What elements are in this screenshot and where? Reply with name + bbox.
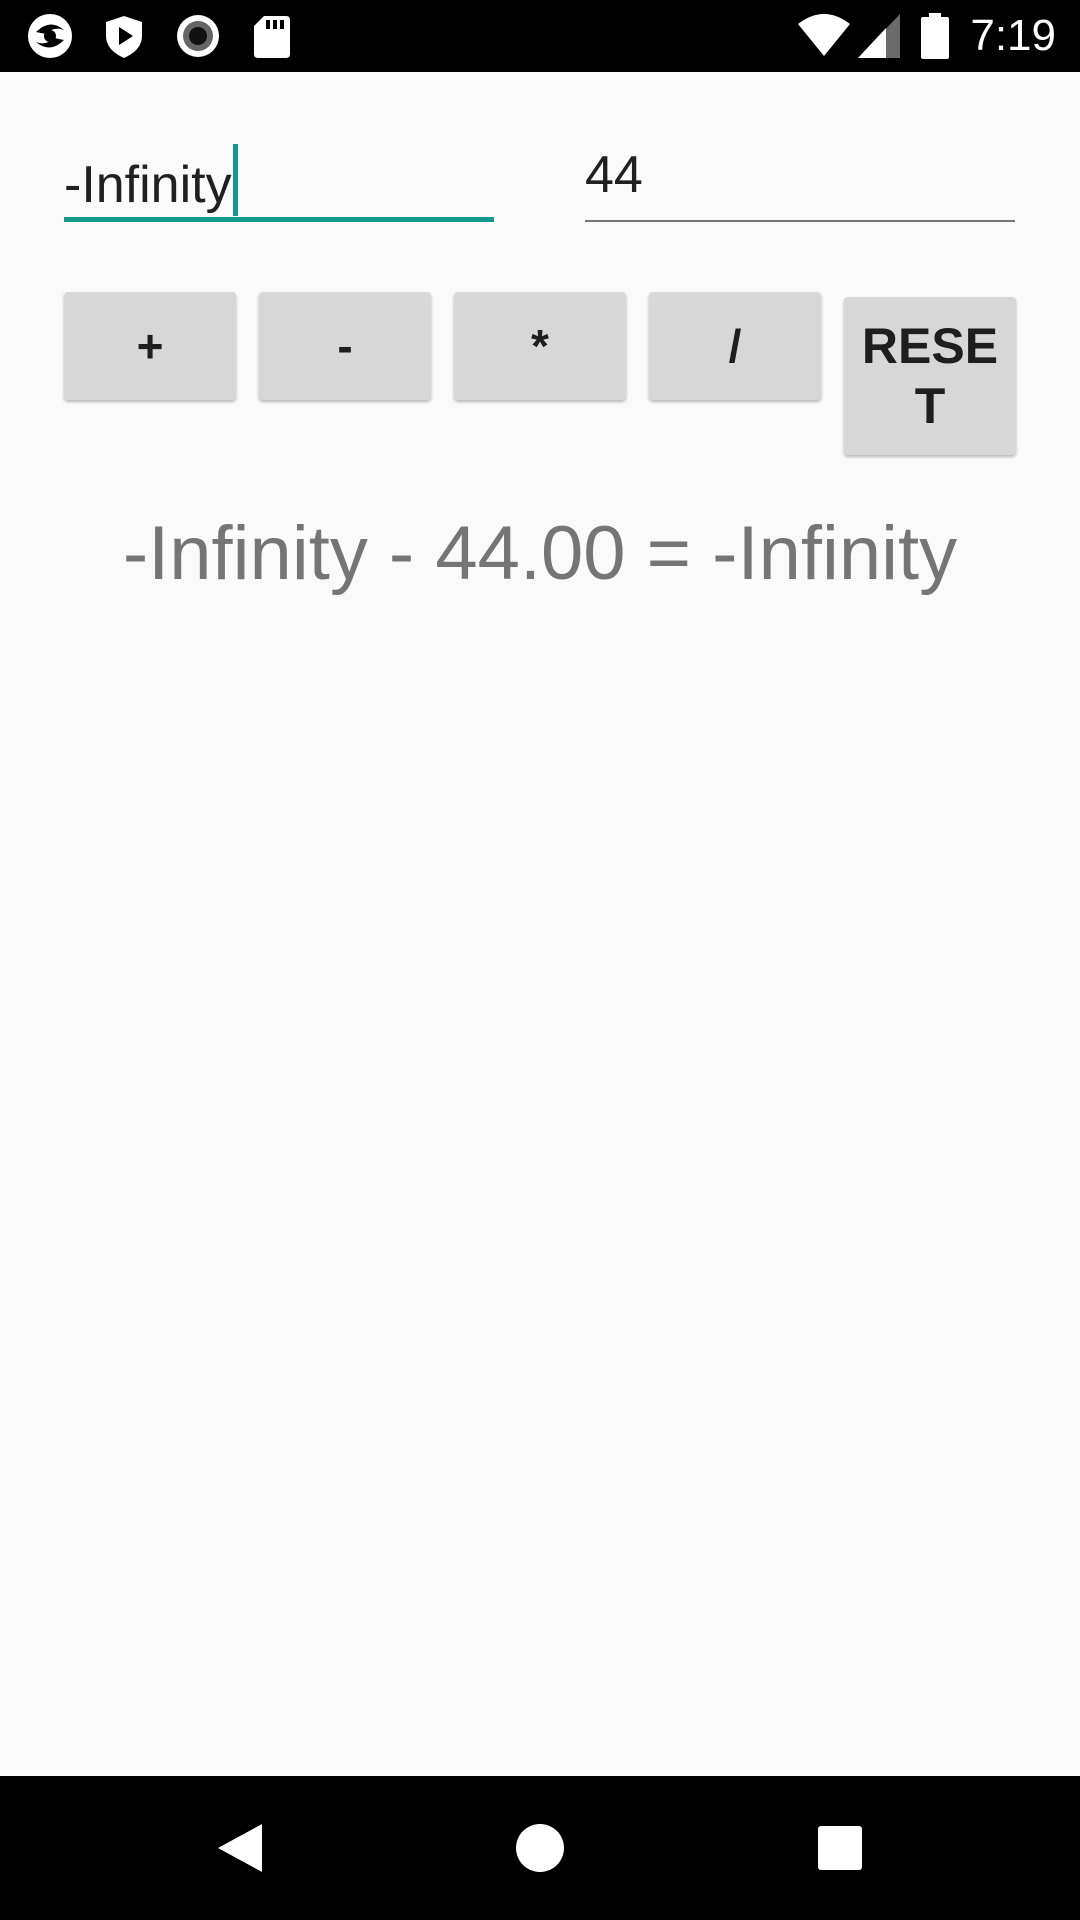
first-number-field[interactable]: -Infinity — [64, 130, 494, 222]
shield-play-icon — [106, 16, 142, 58]
add-button[interactable]: + — [64, 292, 236, 400]
result-text: -Infinity - 44.00 = -Infinity — [122, 511, 958, 596]
battery-icon — [921, 13, 949, 59]
first-number-value: -Infinity — [64, 144, 238, 216]
reset-button[interactable]: RESET — [844, 297, 1016, 455]
divide-button[interactable]: / — [649, 292, 821, 400]
second-number-field[interactable]: 44 — [585, 130, 1015, 222]
subtract-button[interactable]: - — [259, 292, 431, 400]
app-logo-icon — [28, 14, 72, 58]
multiply-button[interactable]: * — [454, 292, 626, 400]
status-bar: 7:19 — [0, 0, 1080, 72]
second-field-underline — [585, 220, 1015, 222]
sd-card-icon — [254, 16, 290, 58]
cell-signal-icon — [858, 14, 900, 58]
record-icon — [177, 15, 219, 57]
navigation-bar — [0, 1776, 1080, 1920]
recents-icon[interactable] — [804, 1812, 876, 1884]
second-number-value: 44 — [585, 146, 643, 204]
text-cursor — [232, 144, 238, 216]
wifi-icon — [798, 14, 850, 56]
home-icon[interactable] — [504, 1812, 576, 1884]
back-icon[interactable] — [204, 1812, 276, 1884]
first-number-text: -Infinity — [64, 156, 232, 214]
clock: 7:19 — [970, 11, 1056, 60]
calculator-screen: -Infinity 44 + - * / RESET -Infinity - 4… — [0, 72, 1080, 1776]
first-field-underline — [64, 217, 494, 222]
